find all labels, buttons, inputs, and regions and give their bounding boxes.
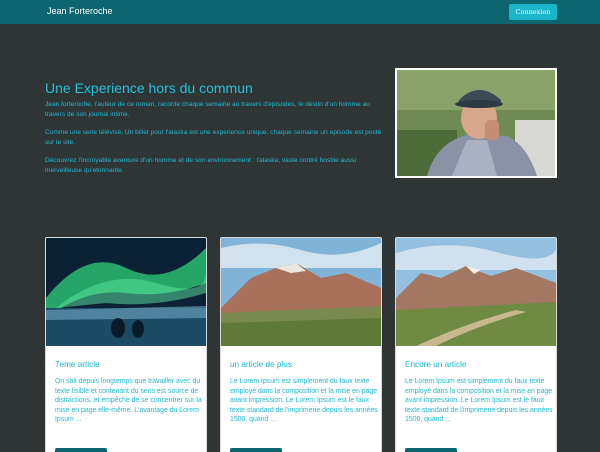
article-card[interactable]: 7eme article On sait depuis longtemps qu… [45, 237, 207, 452]
hero-title: Une Experience hors du commun [45, 80, 253, 96]
card-excerpt: On sait depuis longtemps que travailler … [55, 378, 202, 424]
login-button[interactable]: Connexion [509, 4, 557, 20]
article-card[interactable]: un article de plus Le Lorem Ipsum est si… [220, 237, 382, 452]
hero-paragraph: Jean forteroche, l'auteur de ce roman, r… [45, 101, 370, 118]
card-title[interactable]: un article de plus [230, 360, 292, 369]
card-title[interactable]: Encore un article [405, 360, 466, 369]
card-excerpt: Le Lorem Ipsum est simplement du faux te… [230, 378, 378, 424]
card-title[interactable]: 7eme article [55, 360, 100, 369]
hero-paragraph: Comme une serie télévisé, Un billet pour… [45, 129, 382, 146]
read-more-button[interactable] [230, 448, 282, 452]
valley-image [396, 238, 556, 346]
read-more-button[interactable] [55, 448, 107, 452]
hero-paragraph: Découvrez l'incroyable aventure d'un hom… [45, 157, 356, 174]
card-excerpt: Le Lorem Ipsum est simplement du faux te… [405, 378, 553, 424]
site-brand[interactable]: Jean Forteroche [47, 6, 113, 16]
aurora-image [46, 238, 206, 346]
article-card[interactable]: Encore un article Le Lorem Ipsum est sim… [395, 237, 557, 452]
top-navbar: Jean Forteroche Connexion [0, 0, 600, 24]
author-photo [395, 68, 557, 178]
mountain-image [221, 238, 381, 346]
read-more-button[interactable] [405, 448, 457, 452]
